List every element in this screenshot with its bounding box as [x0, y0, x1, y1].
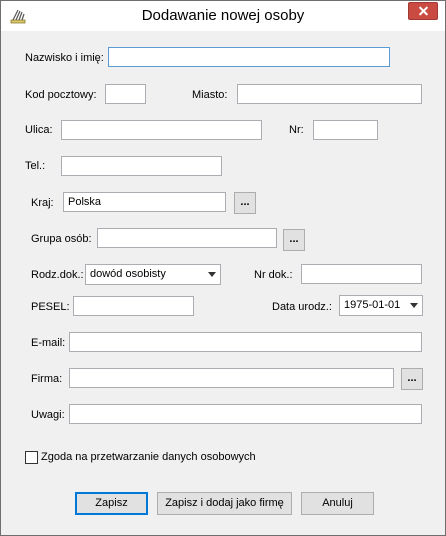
consent-checkbox[interactable]: [25, 451, 38, 464]
birthdate-picker[interactable]: 1975-01-01: [339, 295, 423, 316]
name-label: Nazwisko i imię:: [25, 52, 104, 64]
consent-label[interactable]: Zgoda na przetwarzanie danych osobowych: [41, 451, 256, 463]
dialog-window: Dodawanie nowej osoby Nazwisko i imię: K…: [0, 0, 446, 536]
doctype-select[interactable]: dowód osobisty: [85, 264, 221, 285]
number-label: Nr:: [289, 124, 304, 136]
number-field[interactable]: [313, 120, 378, 140]
city-field[interactable]: [237, 84, 422, 104]
cancel-button[interactable]: Anuluj: [301, 492, 374, 515]
phone-label: Tel.:: [25, 160, 46, 172]
country-label: Kraj:: [31, 197, 54, 209]
pesel-field[interactable]: [73, 296, 194, 316]
group-field[interactable]: [97, 228, 277, 248]
street-label: Ulica:: [25, 124, 53, 136]
postcode-label: Kod pocztowy:: [25, 89, 97, 101]
close-button[interactable]: [408, 2, 438, 20]
title-bar[interactable]: Dodawanie nowej osoby: [1, 1, 445, 31]
pesel-label: PESEL:: [31, 301, 70, 313]
doctype-value: dowód osobisty: [90, 268, 166, 280]
street-field[interactable]: [61, 120, 262, 140]
birthdate-label: Data urodz.:: [272, 301, 332, 313]
save-button[interactable]: Zapisz: [75, 492, 148, 515]
country-browse-button[interactable]: ...: [234, 192, 256, 214]
window-title: Dodawanie nowej osoby: [141, 7, 305, 24]
save-add-company-button[interactable]: Zapisz i dodaj jako firmę: [157, 492, 292, 515]
email-field[interactable]: [69, 332, 422, 352]
company-field[interactable]: [69, 368, 394, 388]
postcode-field[interactable]: [105, 84, 146, 104]
birthdate-value: 1975-01-01: [344, 299, 401, 311]
city-label: Miasto:: [192, 89, 228, 101]
country-field[interactable]: [63, 192, 226, 212]
name-field[interactable]: [108, 47, 390, 67]
company-label: Firma:: [31, 373, 63, 385]
notes-label: Uwagi:: [31, 409, 65, 421]
group-browse-button[interactable]: ...: [283, 229, 305, 251]
docnum-label: Nr dok.:: [254, 269, 293, 281]
chevron-down-icon: [208, 272, 216, 277]
phone-field[interactable]: [61, 156, 222, 176]
doctype-label: Rodz.dok.:: [31, 269, 84, 281]
group-label: Grupa osób:: [31, 233, 92, 245]
notes-field[interactable]: [69, 404, 422, 424]
company-browse-button[interactable]: ...: [401, 368, 423, 390]
email-label: E-mail:: [31, 337, 66, 349]
docnum-field[interactable]: [301, 264, 422, 284]
chevron-down-icon: [410, 303, 418, 308]
